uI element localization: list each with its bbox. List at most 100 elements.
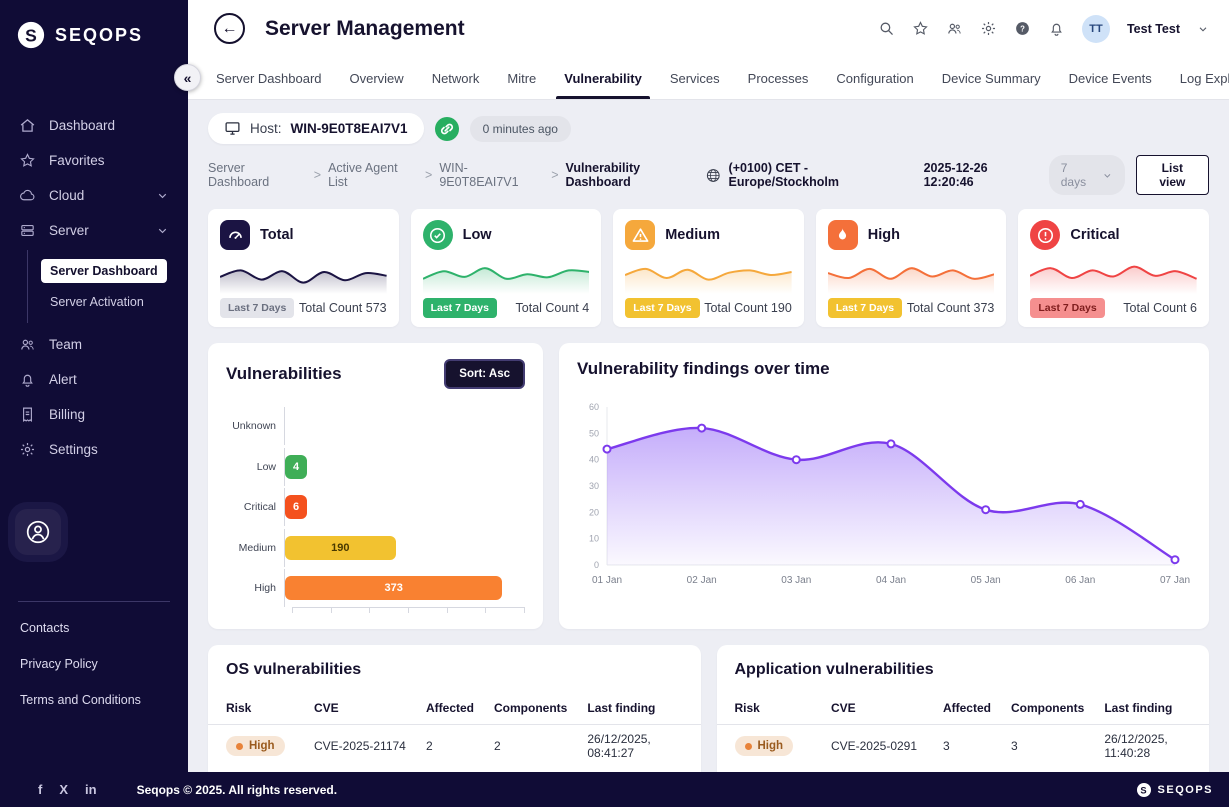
last-7-days-badge: Last 7 Days xyxy=(423,298,497,318)
stat-card-title: Low xyxy=(463,227,492,243)
social-icons: f X in xyxy=(0,782,97,797)
sidebar-link-privacy-policy[interactable]: Privacy Policy xyxy=(0,646,188,682)
os-table-title: OS vulnerabilities xyxy=(208,661,701,679)
vulnerabilities-panel: Vulnerabilities Sort: Asc UnknownLow4Cri… xyxy=(208,343,543,629)
sidebar-item-billing[interactable]: Billing xyxy=(0,397,188,432)
sidebar-item-settings[interactable]: Settings xyxy=(0,432,188,467)
stat-card-count: Total Count 373 xyxy=(907,301,995,315)
avatar[interactable]: TT xyxy=(1082,15,1110,43)
collapse-sidebar-button[interactable]: « xyxy=(174,64,201,91)
tab-services[interactable]: Services xyxy=(656,57,734,99)
sidebar-item-alert[interactable]: Alert xyxy=(0,362,188,397)
list-view-button[interactable]: List view xyxy=(1136,155,1209,195)
bar-label: Critical xyxy=(226,501,284,513)
footer: f X in Seqops © 2025. All rights reserve… xyxy=(0,772,1229,807)
column-header-components: Components xyxy=(1001,692,1094,725)
star-icon[interactable] xyxy=(912,20,929,37)
os-vulnerabilities-panel: OS vulnerabilities RiskCVEAffectedCompon… xyxy=(208,645,701,772)
sidebar-link-contacts[interactable]: Contacts xyxy=(0,610,188,646)
findings-panel: Vulnerability findings over time 0102030… xyxy=(559,343,1209,629)
risk-badge: High xyxy=(735,736,794,756)
table-header-row: RiskCVEAffectedComponentsLast finding xyxy=(208,692,701,725)
back-button[interactable]: ← xyxy=(214,13,245,44)
breadcrumb-item-server-dashboard[interactable]: Server Dashboard xyxy=(208,161,307,189)
vulnerabilities-bar-chart: UnknownLow4Critical6Medium190High373 xyxy=(226,407,525,607)
bar-high: 373 xyxy=(285,576,502,600)
user-name[interactable]: Test Test xyxy=(1127,22,1180,36)
billing-icon xyxy=(19,406,36,423)
app-table-title: Application vulnerabilities xyxy=(717,661,1210,679)
home-icon xyxy=(19,117,36,134)
last-7-days-badge: Last 7 Days xyxy=(828,298,902,318)
x-icon[interactable]: X xyxy=(59,782,68,797)
last-seen-badge: 0 minutes ago xyxy=(470,116,571,142)
seqops-logo-icon: S xyxy=(16,20,46,50)
sidebar-item-label: Dashboard xyxy=(49,118,115,133)
breadcrumb-item-active-agent-list[interactable]: Active Agent List xyxy=(328,161,418,189)
range-select[interactable]: 7 days xyxy=(1049,155,1125,195)
users-icon[interactable] xyxy=(946,20,963,37)
stat-card-title: High xyxy=(868,227,900,243)
last-finding-cell: 26/12/2025, 08:41:27 xyxy=(577,725,700,768)
sort-asc-button[interactable]: Sort: Asc xyxy=(444,359,525,389)
stat-card-foot: Last 7 Days Total Count 373 xyxy=(828,298,995,318)
components-cell: 3 xyxy=(1001,725,1094,768)
footer-seqops-logo-icon: S xyxy=(1136,782,1152,798)
sidebar: S SEQOPS « DashboardFavoritesCloudServer… xyxy=(0,0,188,772)
findings-line-chart: 010203040506001 Jan02 Jan03 Jan04 Jan05 … xyxy=(577,389,1191,613)
sidebar-item-team[interactable]: Team xyxy=(0,327,188,362)
bell-icon[interactable] xyxy=(1048,20,1065,37)
star-icon xyxy=(19,152,36,169)
bell-icon xyxy=(19,371,36,388)
facebook-icon[interactable]: f xyxy=(38,782,42,797)
timezone-group: (+0100) CET - Europe/Stockholm 2025-12-2… xyxy=(705,161,1038,189)
sidebar-item-label: Billing xyxy=(49,407,85,422)
sidebar-link-terms-and-conditions[interactable]: Terms and Conditions xyxy=(0,682,188,718)
table-row: HighCVE-2025-211742226/12/2025, 08:41:27 xyxy=(208,725,701,768)
sidebar-subitem-server-activation[interactable]: Server Activation xyxy=(41,290,153,314)
sidebar-item-server[interactable]: Server xyxy=(0,213,188,248)
tab-processes[interactable]: Processes xyxy=(734,57,823,99)
table-header-row: RiskCVEAffectedComponentsLast finding xyxy=(717,692,1210,725)
agent-link-icon[interactable] xyxy=(434,116,460,142)
sidebar-links: ContactsPrivacy PolicyTerms and Conditio… xyxy=(0,610,188,718)
last-7-days-badge: Last 7 Days xyxy=(625,298,699,318)
tab-server-dashboard[interactable]: Server Dashboard xyxy=(202,57,336,99)
breadcrumb-item-win-9e0t8eai7v1[interactable]: WIN-9E0T8EAI7V1 xyxy=(439,161,544,189)
gear-icon[interactable] xyxy=(980,20,997,37)
tab-overview[interactable]: Overview xyxy=(336,57,418,99)
tab-configuration[interactable]: Configuration xyxy=(822,57,927,99)
column-header-cve: CVE xyxy=(821,692,933,725)
svg-text:50: 50 xyxy=(589,428,599,438)
tab-vulnerability[interactable]: Vulnerability xyxy=(550,57,656,99)
stat-card-high: High Last 7 Days Total Count 373 xyxy=(816,209,1007,327)
sidebar-subitem-server-dashboard[interactable]: Server Dashboard xyxy=(41,259,167,283)
tables-row: OS vulnerabilities RiskCVEAffectedCompon… xyxy=(208,645,1209,772)
monitor-icon xyxy=(224,120,241,137)
sidebar-item-favorites[interactable]: Favorites xyxy=(0,143,188,178)
svg-text:10: 10 xyxy=(589,534,599,544)
svg-text:01 Jan: 01 Jan xyxy=(592,575,622,586)
tab-device-summary[interactable]: Device Summary xyxy=(928,57,1055,99)
help-icon[interactable]: ? xyxy=(1014,20,1031,37)
sidebar-item-cloud[interactable]: Cloud xyxy=(0,178,188,213)
user-menu-chevron-down-icon[interactable] xyxy=(1197,23,1209,35)
sidebar-divider xyxy=(18,601,170,602)
linkedin-icon[interactable]: in xyxy=(85,782,97,797)
search-icon[interactable] xyxy=(878,20,895,37)
tab-network[interactable]: Network xyxy=(418,57,494,99)
tab-log-explorer[interactable]: Log Explorer xyxy=(1166,57,1229,99)
stat-card-title: Critical xyxy=(1070,227,1119,243)
bar-row-unknown: Unknown xyxy=(226,407,525,445)
copyright-text: Seqops © 2025. All rights reserved. xyxy=(137,783,337,797)
header-icon-group: ? xyxy=(878,20,1065,37)
support-button[interactable] xyxy=(15,509,61,555)
column-header-affected: Affected xyxy=(416,692,484,725)
svg-text:05 Jan: 05 Jan xyxy=(971,575,1001,586)
tab-device-events[interactable]: Device Events xyxy=(1055,57,1166,99)
collapse-sidebar-icon: « xyxy=(184,70,192,86)
svg-text:06 Jan: 06 Jan xyxy=(1065,575,1095,586)
breadcrumb-item-vulnerability-dashboard: Vulnerability Dashboard xyxy=(566,161,706,189)
sidebar-item-dashboard[interactable]: Dashboard xyxy=(0,108,188,143)
tab-mitre[interactable]: Mitre xyxy=(493,57,550,99)
